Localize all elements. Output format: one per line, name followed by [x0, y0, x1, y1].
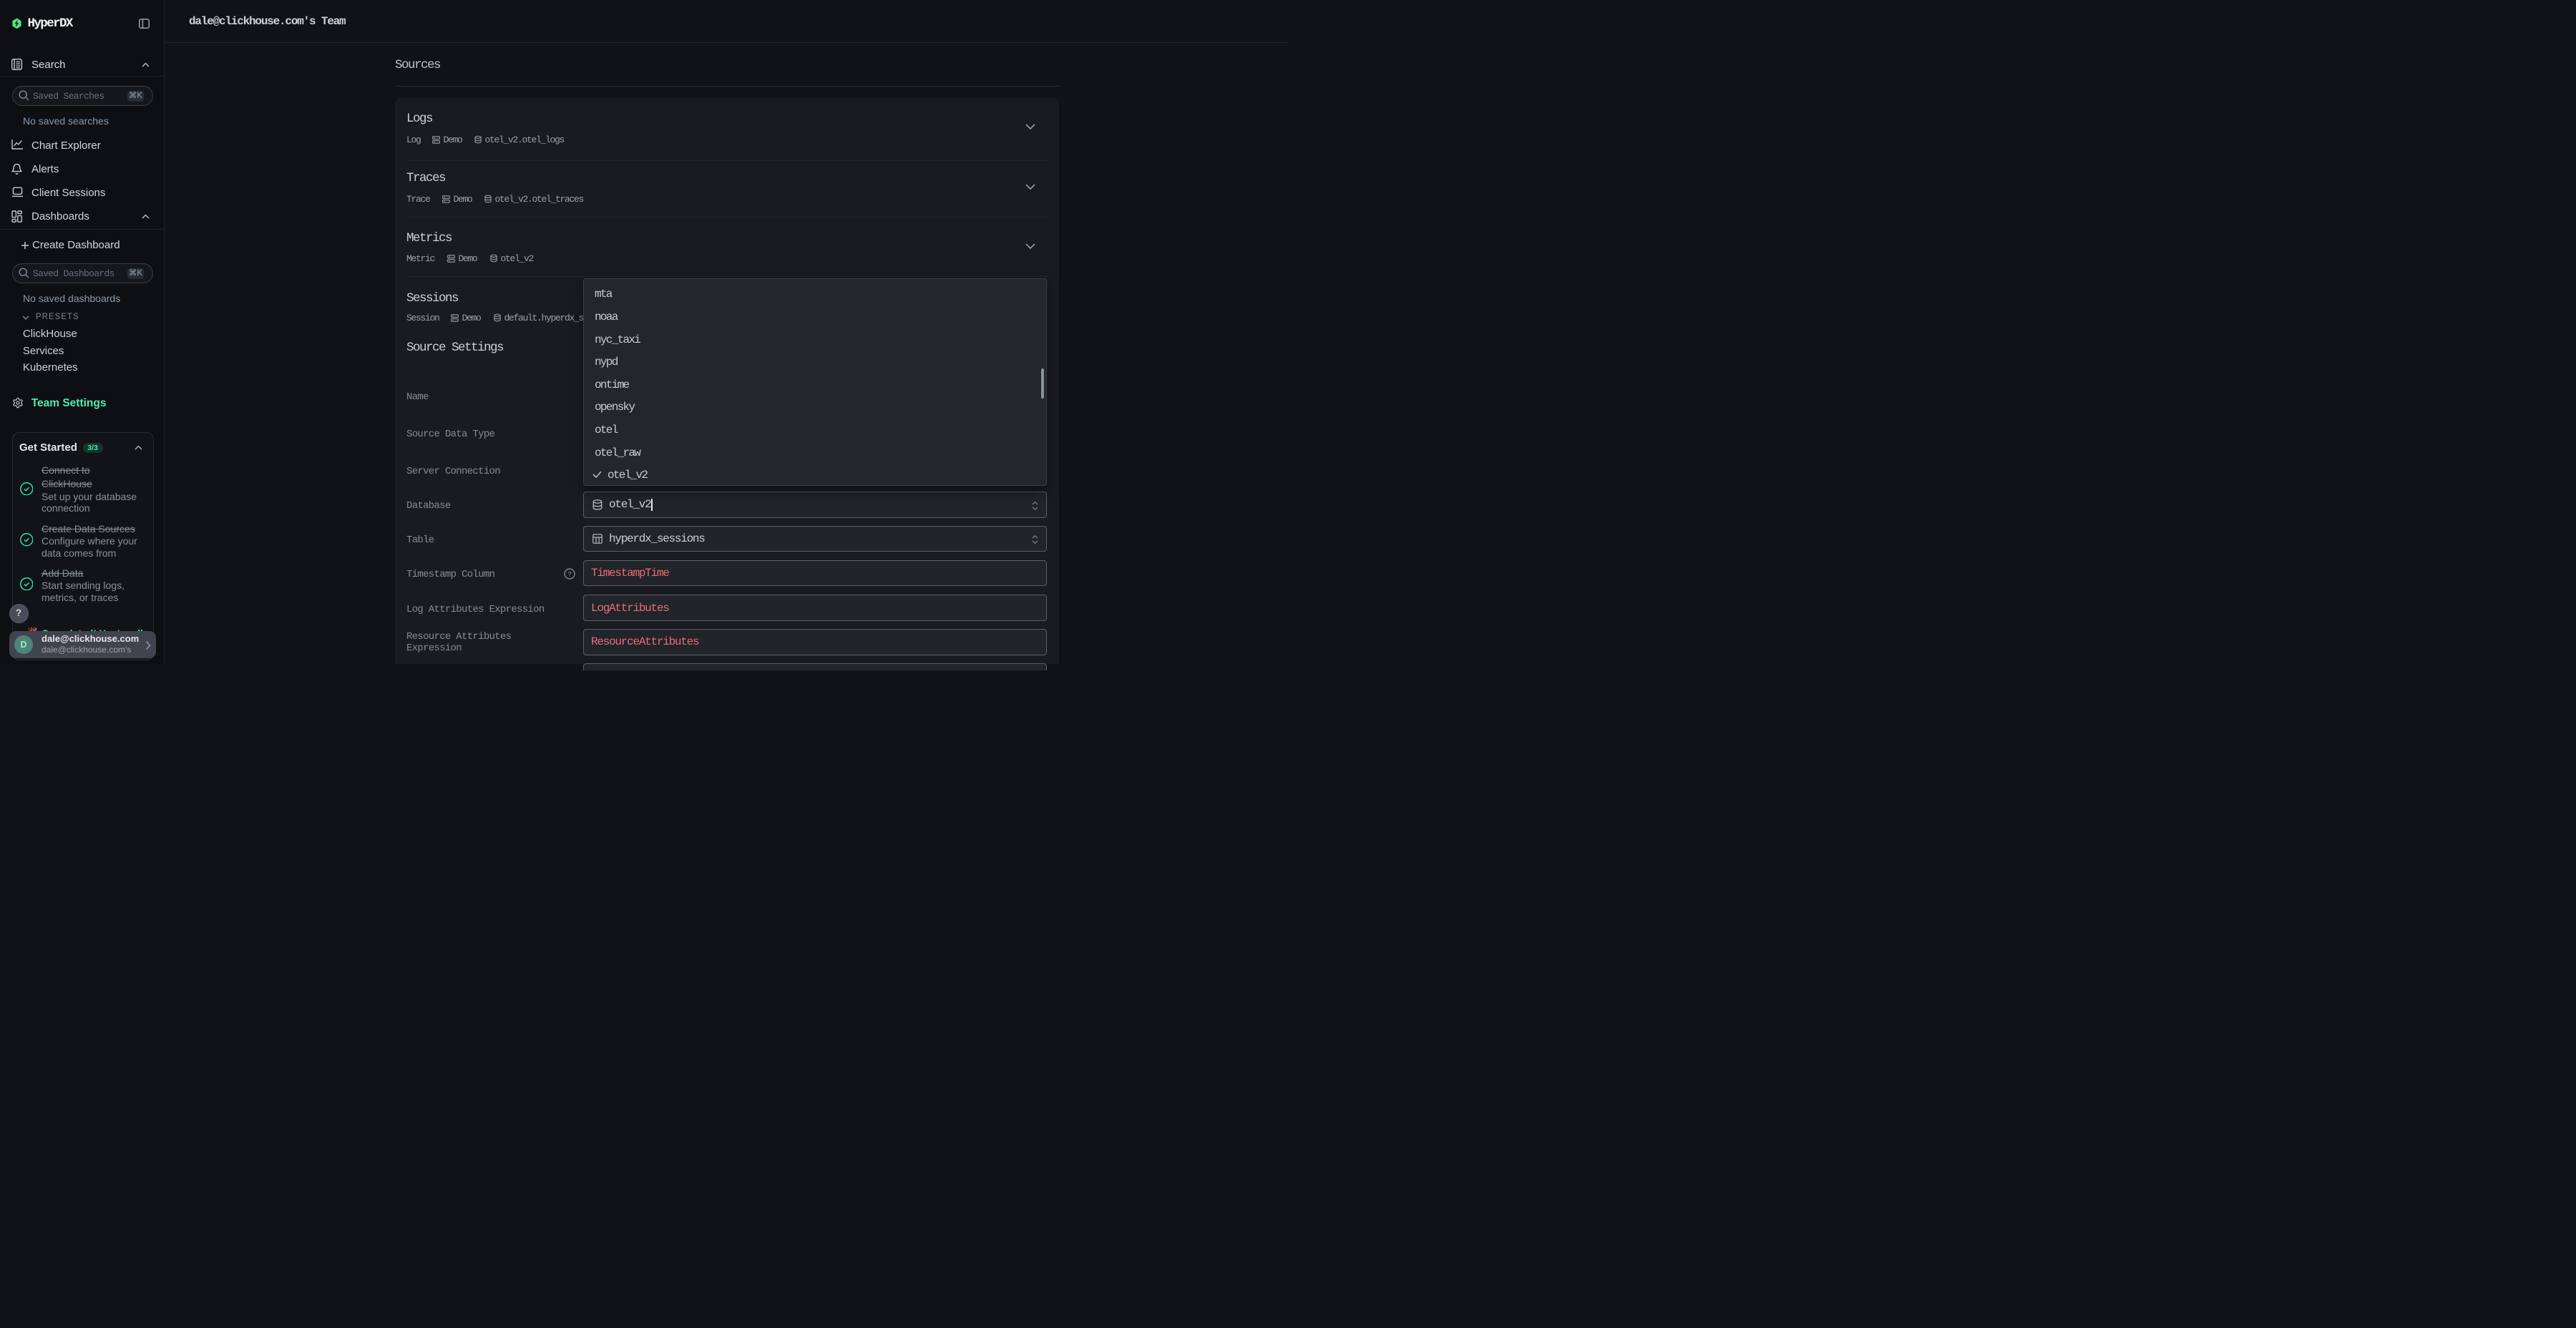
svg-text:?: ? [567, 570, 571, 578]
